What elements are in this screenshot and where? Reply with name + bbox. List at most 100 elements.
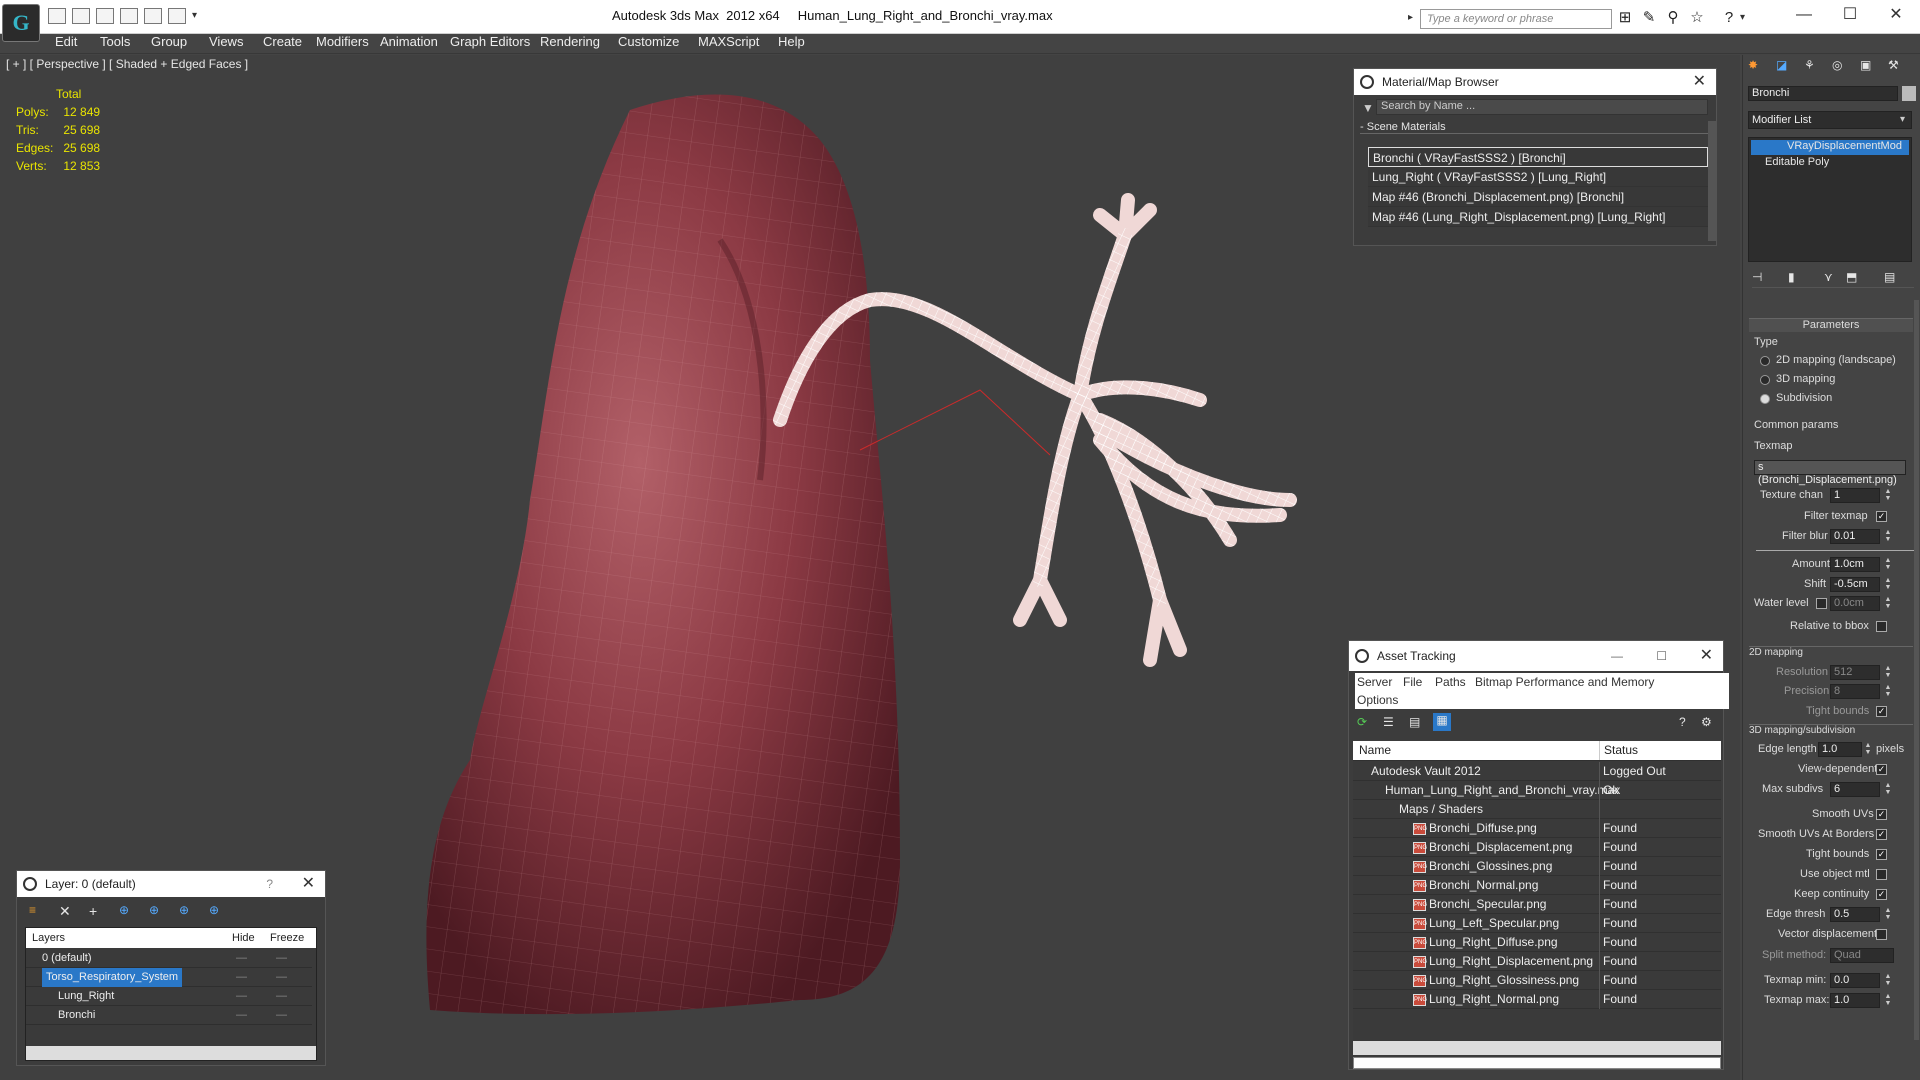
smooth-uvs-checkbox[interactable]: ✓ xyxy=(1876,809,1887,820)
column-layers[interactable]: Layers xyxy=(32,928,65,948)
help-icon[interactable]: ? xyxy=(1720,9,1738,27)
tight-bounds-3d-checkbox[interactable]: ✓ xyxy=(1876,849,1887,860)
stack-item-vray-displacement[interactable]: VRayDisplacementMod xyxy=(1751,140,1909,155)
material-browser-titlebar[interactable]: Material/Map Browser ✕ xyxy=(1354,69,1716,95)
edge-length-spinner[interactable]: ▲ ▼ xyxy=(1864,742,1872,757)
app-logo-button[interactable]: G xyxy=(2,4,40,42)
layer-row[interactable]: Bronchi — — xyxy=(26,1006,312,1025)
create-tab-icon[interactable]: ✸ xyxy=(1748,58,1758,72)
layer-row[interactable]: 0 (default) — — xyxy=(26,949,312,968)
menu-group[interactable]: Group xyxy=(151,34,187,49)
modifier-list-dropdown[interactable]: Modifier List xyxy=(1748,111,1912,129)
water-level-input[interactable]: 0.0cm xyxy=(1830,596,1880,611)
freeze-toggle[interactable]: — xyxy=(276,968,287,987)
texture-chan-input[interactable]: 1 xyxy=(1830,488,1880,503)
tight-bounds-checkbox[interactable]: ✓ xyxy=(1876,706,1887,717)
redo-icon[interactable] xyxy=(144,8,162,24)
select-objects-icon[interactable]: ⊕ xyxy=(119,903,129,917)
stack-item-editable-poly[interactable]: Editable Poly xyxy=(1751,156,1909,171)
favorites-star-icon[interactable]: ☆ xyxy=(1688,9,1706,27)
object-name-field[interactable]: Bronchi xyxy=(1748,86,1898,101)
edge-length-input[interactable]: 1.0 xyxy=(1818,742,1862,757)
utilities-tab-icon[interactable]: ⚒ xyxy=(1888,58,1899,72)
table-row[interactable]: Autodesk Vault 2012 Logged Out xyxy=(1353,762,1721,781)
menu-options[interactable]: Options xyxy=(1357,693,1398,707)
keyword-search-input[interactable]: Type a keyword or phrase xyxy=(1420,9,1612,29)
subscription-icon[interactable]: ⚲ xyxy=(1664,9,1682,27)
table-row[interactable]: Human_Lung_Right_and_Bronchi_vray.max Ok xyxy=(1353,781,1721,800)
table-row[interactable]: PNG Bronchi_Specular.png Found xyxy=(1353,895,1721,914)
filter-texmap-checkbox[interactable]: ✓ xyxy=(1876,511,1887,522)
maximize-icon[interactable]: ☐ xyxy=(1656,641,1667,671)
grid-view-icon[interactable]: ▦ xyxy=(1433,713,1451,731)
table-row[interactable]: PNG Bronchi_Normal.png Found xyxy=(1353,876,1721,895)
table-row[interactable]: PNG Bronchi_Displacement.png Found xyxy=(1353,838,1721,857)
radio-3d-mapping[interactable] xyxy=(1760,375,1770,385)
refresh-icon[interactable]: ⟳ xyxy=(1357,715,1367,729)
minimize-button[interactable]: — xyxy=(1782,4,1826,26)
freeze-toggle[interactable]: — xyxy=(276,987,287,1006)
command-panel-scrollbar[interactable] xyxy=(1914,300,1919,1040)
show-end-result-icon[interactable]: ▮ xyxy=(1788,270,1795,284)
layer-row[interactable]: Torso_Respiratory_System — — xyxy=(26,968,312,987)
water-level-checkbox[interactable] xyxy=(1816,598,1827,609)
list-item[interactable]: Lung_Right ( VRayFastSSS2 ) [Lung_Right] xyxy=(1368,167,1708,187)
radio-subdivision[interactable] xyxy=(1760,394,1770,404)
help-dropdown-icon[interactable]: ▾ xyxy=(1740,12,1745,23)
amount-spinner[interactable]: ▲ ▼ xyxy=(1884,557,1892,572)
display-tab-icon[interactable]: ▣ xyxy=(1860,58,1871,72)
make-unique-icon[interactable]: ⋎ xyxy=(1824,270,1833,284)
menu-modifiers[interactable]: Modifiers xyxy=(316,34,369,49)
hide-all-icon[interactable]: ⊕ xyxy=(179,903,189,917)
edge-thresh-spinner[interactable]: ▲ ▼ xyxy=(1884,907,1892,922)
water-level-spinner[interactable]: ▲ ▼ xyxy=(1884,596,1892,611)
table-row[interactable]: PNG Lung_Right_Diffuse.png Found xyxy=(1353,933,1721,952)
horizontal-scrollbar[interactable] xyxy=(1353,1041,1721,1055)
hierarchy-tab-icon[interactable]: ⚘ xyxy=(1804,58,1815,72)
precision-spinner[interactable]: ▲ ▼ xyxy=(1884,684,1892,699)
column-name[interactable]: Name xyxy=(1359,741,1391,760)
add-to-layer-icon[interactable]: + xyxy=(89,903,97,919)
edge-thresh-input[interactable]: 0.5 xyxy=(1830,907,1880,922)
max-subdivs-spinner[interactable]: ▲ ▼ xyxy=(1884,782,1892,797)
table-row[interactable]: PNG Bronchi_Glossines.png Found xyxy=(1353,857,1721,876)
minimize-icon[interactable]: — xyxy=(1611,641,1623,671)
menu-maxscript[interactable]: MAXScript xyxy=(698,34,759,49)
shift-input[interactable]: -0.5cm xyxy=(1830,577,1880,592)
list-item[interactable]: Map #46 (Bronchi_Displacement.png) [Bron… xyxy=(1368,187,1708,207)
texmap-min-input[interactable]: 0.0 xyxy=(1830,973,1880,988)
table-row[interactable]: PNG Lung_Right_Glossiness.png Found xyxy=(1353,971,1721,990)
undo-icon[interactable] xyxy=(120,8,138,24)
hide-toggle[interactable]: — xyxy=(236,987,247,1006)
menu-graph-editors[interactable]: Graph Editors xyxy=(450,34,530,49)
layer-scrollbar[interactable] xyxy=(26,1046,316,1060)
freeze-toggle[interactable]: — xyxy=(276,1006,287,1025)
project-folder-icon[interactable] xyxy=(168,8,186,24)
layer-titlebar[interactable]: Layer: 0 (default) ? ✕ xyxy=(17,871,325,897)
amount-input[interactable]: 1.0cm xyxy=(1830,557,1880,572)
menu-tools[interactable]: Tools xyxy=(100,34,130,49)
open-file-icon[interactable] xyxy=(72,8,90,24)
asset-tracking-titlebar[interactable]: Asset Tracking — ☐ ✕ xyxy=(1349,641,1723,671)
resolution-input[interactable]: 512 xyxy=(1830,665,1880,680)
list-item[interactable]: Map #46 (Lung_Right_Displacement.png) [L… xyxy=(1368,207,1708,227)
texture-chan-spinner[interactable]: ▲ ▼ xyxy=(1884,488,1892,503)
motion-tab-icon[interactable]: ◎ xyxy=(1832,58,1842,72)
radio-2d-mapping[interactable] xyxy=(1760,356,1770,366)
menu-customize[interactable]: Customize xyxy=(618,34,679,49)
table-row[interactable]: PNG Lung_Left_Specular.png Found xyxy=(1353,914,1721,933)
vector-displacement-checkbox[interactable] xyxy=(1876,929,1887,940)
menu-help[interactable]: Help xyxy=(778,34,805,49)
new-file-icon[interactable] xyxy=(48,8,66,24)
texmap-max-input[interactable]: 1.0 xyxy=(1830,993,1880,1008)
split-method-dropdown[interactable]: Quad xyxy=(1830,948,1894,963)
texmap-max-spinner[interactable]: ▲ ▼ xyxy=(1884,993,1892,1008)
close-icon[interactable]: ✕ xyxy=(1693,69,1706,95)
remove-modifier-icon[interactable]: ⬒ xyxy=(1846,270,1857,284)
menu-create[interactable]: Create xyxy=(263,34,302,49)
table-row[interactable]: PNG Lung_Right_Displacement.png Found xyxy=(1353,952,1721,971)
delete-layer-icon[interactable]: ✕ xyxy=(59,903,71,920)
menu-rendering[interactable]: Rendering xyxy=(540,34,600,49)
table-row[interactable]: PNG Bronchi_Diffuse.png Found xyxy=(1353,819,1721,838)
filter-blur-spinner[interactable]: ▲ ▼ xyxy=(1884,529,1892,544)
